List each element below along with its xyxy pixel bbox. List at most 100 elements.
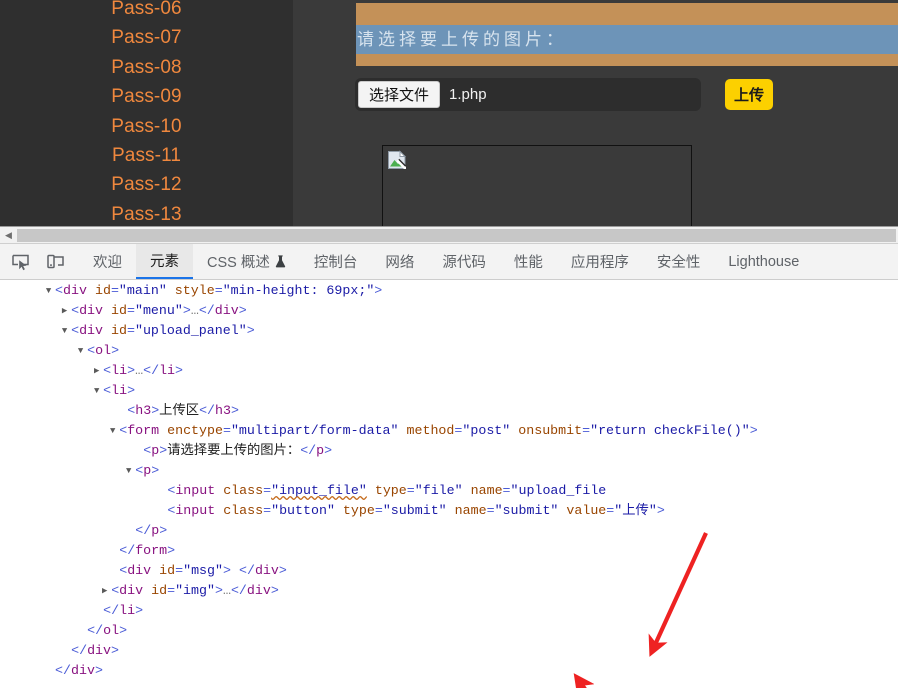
dom-tree-line[interactable]: ▶ <div id="menu">…</div> <box>0 301 898 321</box>
pass-menu-item[interactable]: Pass-11 <box>0 141 293 170</box>
dom-token: = <box>486 503 495 518</box>
devtools-tab-3[interactable]: CSS 概述 <box>193 244 300 279</box>
dom-tree-line[interactable]: </div> <box>0 661 898 681</box>
devtools-tab-9[interactable]: 安全性 <box>643 244 715 279</box>
devtools-tab-8[interactable]: 应用程序 <box>557 244 643 279</box>
dom-tree-line[interactable]: </li> <box>0 601 898 621</box>
dom-tree-line[interactable]: ▶ <div id="img">…</div> <box>0 581 898 601</box>
dom-token: > <box>749 423 758 438</box>
devtools-tab-6[interactable]: 源代码 <box>428 244 500 279</box>
page-horizontal-scrollbar[interactable]: ◀ <box>0 227 898 244</box>
dom-tree-line[interactable]: ▼ <p> <box>0 461 898 481</box>
devtools-tab-10[interactable]: Lighthouse <box>714 244 813 279</box>
dom-token: "min-height: 69px;" <box>222 283 375 298</box>
dom-token: li <box>111 363 128 378</box>
dom-token: > <box>246 323 255 338</box>
pass-menu-item[interactable]: Pass-13 <box>0 200 293 226</box>
dom-tree-line[interactable]: <input class="button" type="submit" name… <box>0 501 898 521</box>
twisty-placeholder <box>58 641 71 661</box>
pass-menu-item[interactable]: Pass-12 <box>0 170 293 199</box>
pass-menu-list: Pass-06 Pass-07 Pass-08 Pass-09 Pass-10 Pass-… <box>0 0 293 226</box>
dom-token: < <box>103 363 112 378</box>
dom-token: = <box>126 323 135 338</box>
devtools-tab-1[interactable]: 欢迎 <box>79 244 136 279</box>
twisty-collapsed-icon[interactable]: ▶ <box>90 361 103 381</box>
dom-tree-line[interactable]: </div> <box>0 641 898 661</box>
dom-tree-line[interactable]: <div id="msg"> </div> <box>0 561 898 581</box>
dom-token: > <box>175 363 184 378</box>
dom-token: > <box>111 643 119 658</box>
devtools-tab-label: 应用程序 <box>570 255 629 271</box>
dom-tree-line[interactable]: </form> <box>0 541 898 561</box>
twisty-expanded-icon[interactable]: ▼ <box>58 321 71 341</box>
dom-token: div <box>79 303 104 318</box>
devtools-tab-4[interactable]: 控制台 <box>300 244 372 279</box>
scrollbar-thumb[interactable] <box>17 228 896 242</box>
pass-menu-item[interactable]: Pass-09 <box>0 82 293 111</box>
dom-token: "submit" <box>494 503 559 518</box>
dom-token: = <box>374 503 383 518</box>
browser-page-viewport: Pass-06 Pass-07 Pass-08 Pass-09 Pass-10 Pass-… <box>0 0 898 226</box>
dom-token: … <box>222 583 231 598</box>
pass-menu-item[interactable]: Pass-10 <box>0 112 293 141</box>
dom-token <box>231 563 239 578</box>
dom-tree-line[interactable]: ▼ <form enctype="multipart/form-data" met… <box>0 421 898 441</box>
device-toolbar-icon[interactable] <box>41 247 70 276</box>
twisty-expanded-icon[interactable]: ▼ <box>74 341 87 361</box>
devtools-tab-7[interactable]: 性能 <box>500 244 557 279</box>
file-input[interactable]: 选择文件 1.php <box>355 78 701 111</box>
devtools-tab-5[interactable]: 网络 <box>371 244 428 279</box>
dom-token: "button" <box>271 503 335 518</box>
broken-image-icon <box>387 150 407 170</box>
dom-token: name <box>454 503 487 518</box>
twisty-expanded-icon[interactable]: ▼ <box>42 281 55 301</box>
dom-token: </ <box>119 543 136 558</box>
dom-token <box>159 423 167 438</box>
dom-tree-line[interactable]: ▼ <div id="upload_panel"> <box>0 321 898 341</box>
dom-tree-line[interactable]: ▼ <div id="main" style="min-height: 69px;… <box>0 281 898 301</box>
scroll-left-arrow-icon[interactable]: ◀ <box>0 227 17 244</box>
pass-menu-item[interactable]: Pass-08 <box>0 53 293 82</box>
dom-token <box>103 303 111 318</box>
dom-tree-line[interactable]: <p>请选择要上传的图片：</p> <box>0 441 898 461</box>
inspect-element-icon[interactable] <box>6 247 35 276</box>
dom-token: div <box>119 583 144 598</box>
dom-tree-line[interactable]: ▼ <li> <box>0 381 898 401</box>
dom-token <box>335 503 343 518</box>
selected-file-name: 1.php <box>449 86 487 103</box>
dom-tree-line[interactable]: ▼ <ol> <box>0 341 898 361</box>
dom-token: = <box>406 483 415 498</box>
twisty-expanded-icon[interactable]: ▼ <box>122 461 135 481</box>
dom-token: > <box>119 623 128 638</box>
dom-token: … <box>190 303 199 318</box>
dom-token: > <box>167 543 176 558</box>
dom-token: … <box>135 363 144 378</box>
dom-tree-view[interactable]: ▼ <div id="main" style="min-height: 69px;… <box>0 280 898 686</box>
dom-token: > <box>270 583 279 598</box>
pass-menu-item[interactable]: Pass-06 <box>0 0 293 23</box>
dom-tree-line[interactable]: <input class="input_file" type="file" na… <box>0 481 898 501</box>
twisty-collapsed-icon[interactable]: ▶ <box>58 301 71 321</box>
twisty-collapsed-icon[interactable]: ▶ <box>98 581 111 601</box>
dom-token: "menu" <box>134 303 183 318</box>
dom-token: id <box>151 583 168 598</box>
twisty-expanded-icon[interactable]: ▼ <box>106 421 119 441</box>
twisty-expanded-icon[interactable]: ▼ <box>90 381 103 401</box>
dom-token: </ <box>71 643 88 658</box>
devtools-tab-label: Lighthouse <box>728 253 800 270</box>
dom-token: = <box>167 583 176 598</box>
dom-tree-line[interactable]: </ol> <box>0 621 898 641</box>
pass-menu-item[interactable]: Pass-07 <box>0 23 293 52</box>
dom-token <box>215 503 223 518</box>
dom-token: "msg" <box>183 563 223 578</box>
dom-tree-line[interactable]: ▶ <li>…</li> <box>0 361 898 381</box>
devtools-tab-2[interactable]: 元素 <box>136 244 193 279</box>
dom-token: > <box>214 583 223 598</box>
dom-token: < <box>119 423 128 438</box>
choose-file-button[interactable]: 选择文件 <box>358 81 441 108</box>
dom-tree-line[interactable]: <h3>上传区</h3> <box>0 401 898 421</box>
upload-submit-button[interactable]: 上传 <box>725 79 774 110</box>
dom-token: id <box>94 283 111 298</box>
dom-token: p <box>316 443 325 458</box>
dom-tree-line[interactable]: </p> <box>0 521 898 541</box>
